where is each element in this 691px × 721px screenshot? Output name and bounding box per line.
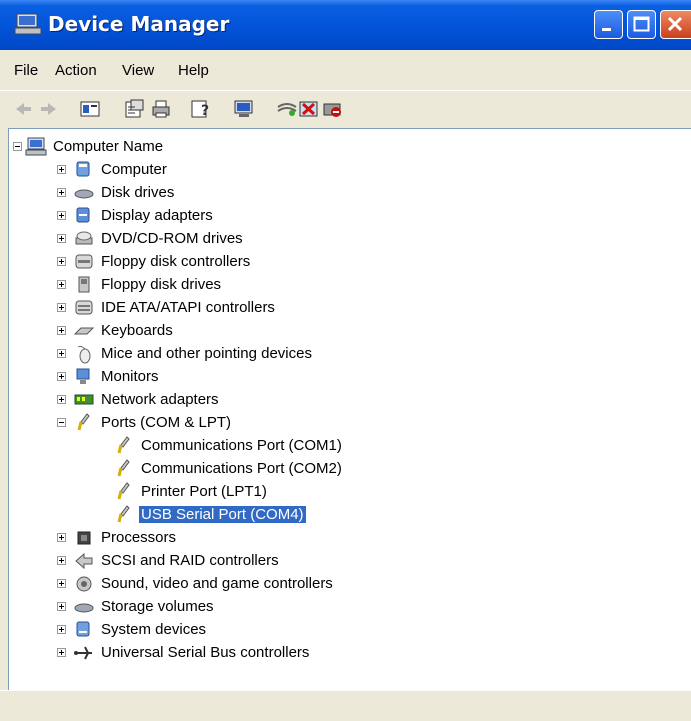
back-icon[interactable]	[12, 99, 34, 119]
tree-node-label: Sound, video and game controllers	[101, 575, 333, 592]
tree-node-label: Computer Name	[53, 138, 164, 155]
disk-drive-icon	[74, 189, 94, 199]
expander-13[interactable]	[57, 556, 66, 565]
maximize-icon	[633, 16, 650, 32]
keyboard-icon	[73, 327, 95, 335]
floppy-controller-icon	[75, 254, 93, 269]
tree-node-label: Display adapters	[101, 207, 213, 224]
tree-node-label: Mice and other pointing devices	[101, 345, 312, 362]
minimize-icon	[602, 28, 611, 31]
scan-hardware-icon[interactable]	[233, 99, 255, 119]
network-adapter-icon	[74, 394, 94, 405]
print-icon[interactable]	[150, 99, 172, 119]
usb-icon	[74, 646, 92, 660]
device-manager-window: Device Manager File Action View Help ? C…	[0, 0, 691, 721]
menu-help[interactable]: Help	[178, 62, 209, 79]
device-tree[interactable]: Computer Name Computer Disk drives Display …	[8, 128, 691, 691]
minimize-button[interactable]	[594, 10, 623, 39]
expander-15[interactable]	[57, 602, 66, 611]
storage-volume-icon	[74, 603, 94, 613]
ide-controller-icon	[75, 300, 93, 315]
menu-bar: File Action View Help	[0, 50, 691, 90]
expander-16[interactable]	[57, 625, 66, 634]
port-icon	[117, 482, 130, 500]
expander-10[interactable]	[57, 395, 66, 404]
tree-node-label: Monitors	[101, 368, 159, 385]
display-adapter-icon	[76, 207, 90, 223]
properties-panel-icon[interactable]	[79, 99, 101, 119]
update-driver-icon[interactable]	[276, 99, 298, 119]
tree-node-label: IDE ATA/ATAPI controllers	[101, 299, 275, 316]
toolbar: ?	[0, 90, 691, 127]
expander-12[interactable]	[57, 533, 66, 542]
expander-0[interactable]	[57, 165, 66, 174]
expander-7[interactable]	[57, 326, 66, 335]
monitor-icon	[76, 368, 90, 384]
expander-9[interactable]	[57, 372, 66, 381]
menu-view[interactable]: View	[122, 62, 154, 79]
forward-icon[interactable]	[38, 99, 60, 119]
tree-node-label: Communications Port (COM2)	[141, 460, 342, 477]
svg-text:?: ?	[201, 103, 209, 119]
port-icon	[117, 436, 130, 454]
status-bar	[0, 690, 691, 721]
expander-1[interactable]	[57, 188, 66, 197]
port-icon	[117, 459, 130, 477]
computer-icon	[76, 161, 90, 177]
maximize-button[interactable]	[627, 10, 656, 39]
disable-icon[interactable]	[322, 99, 344, 119]
tree-node-label: USB Serial Port (COM4)	[138, 505, 307, 524]
tree-node-label: Network adapters	[101, 391, 219, 408]
close-icon	[667, 16, 683, 32]
sound-icon	[76, 576, 92, 592]
expander-3[interactable]	[57, 234, 66, 243]
tree-node-label: SCSI and RAID controllers	[101, 552, 279, 569]
dvd-drive-icon	[75, 231, 93, 245]
tree-node-label: Floppy disk controllers	[101, 253, 251, 270]
properties-icon[interactable]	[123, 99, 145, 119]
title-bar[interactable]: Device Manager	[0, 0, 691, 50]
expander-4[interactable]	[57, 257, 66, 266]
mouse-icon	[77, 345, 91, 364]
menu-action[interactable]: Action	[55, 62, 97, 79]
menu-file[interactable]: File	[14, 62, 38, 79]
tree-node-label: Communications Port (COM1)	[141, 437, 342, 454]
tree-node-label: Ports (COM & LPT)	[101, 414, 232, 431]
tree-node-label: Universal Serial Bus controllers	[101, 644, 310, 661]
collapse-root-toggle[interactable]	[13, 142, 22, 151]
floppy-drive-icon	[78, 276, 90, 293]
system-devices-icon	[76, 621, 90, 637]
tree-node-label: Floppy disk drives	[101, 276, 222, 293]
expander-14[interactable]	[57, 579, 66, 588]
tree-node-label: Disk drives	[101, 184, 175, 201]
tree-node-label: Computer	[101, 161, 167, 178]
expander-2[interactable]	[57, 211, 66, 220]
window-title: Device Manager	[48, 12, 230, 36]
tree-node-label: System devices	[101, 621, 207, 638]
uninstall-icon[interactable]	[298, 99, 320, 119]
scsi-controller-icon	[75, 552, 93, 570]
tree-node-label: Processors	[101, 529, 177, 546]
expander-5[interactable]	[57, 280, 66, 289]
tree-node-label: Storage volumes	[101, 598, 214, 615]
tree-node-label: Printer Port (LPT1)	[141, 483, 267, 500]
computer-name-icon	[25, 137, 47, 156]
processor-icon	[77, 531, 91, 545]
port-icon	[117, 505, 130, 523]
tree-node-label: Keyboards	[101, 322, 173, 339]
help-icon[interactable]: ?	[190, 99, 212, 119]
tree-node-label: DVD/CD-ROM drives	[101, 230, 243, 247]
device-manager-icon	[14, 13, 42, 35]
expander-6[interactable]	[57, 303, 66, 312]
expander-8[interactable]	[57, 349, 66, 358]
port-icon	[77, 413, 90, 431]
expander-17[interactable]	[57, 648, 66, 657]
close-button[interactable]	[660, 10, 691, 39]
expander-11[interactable]	[57, 418, 66, 427]
